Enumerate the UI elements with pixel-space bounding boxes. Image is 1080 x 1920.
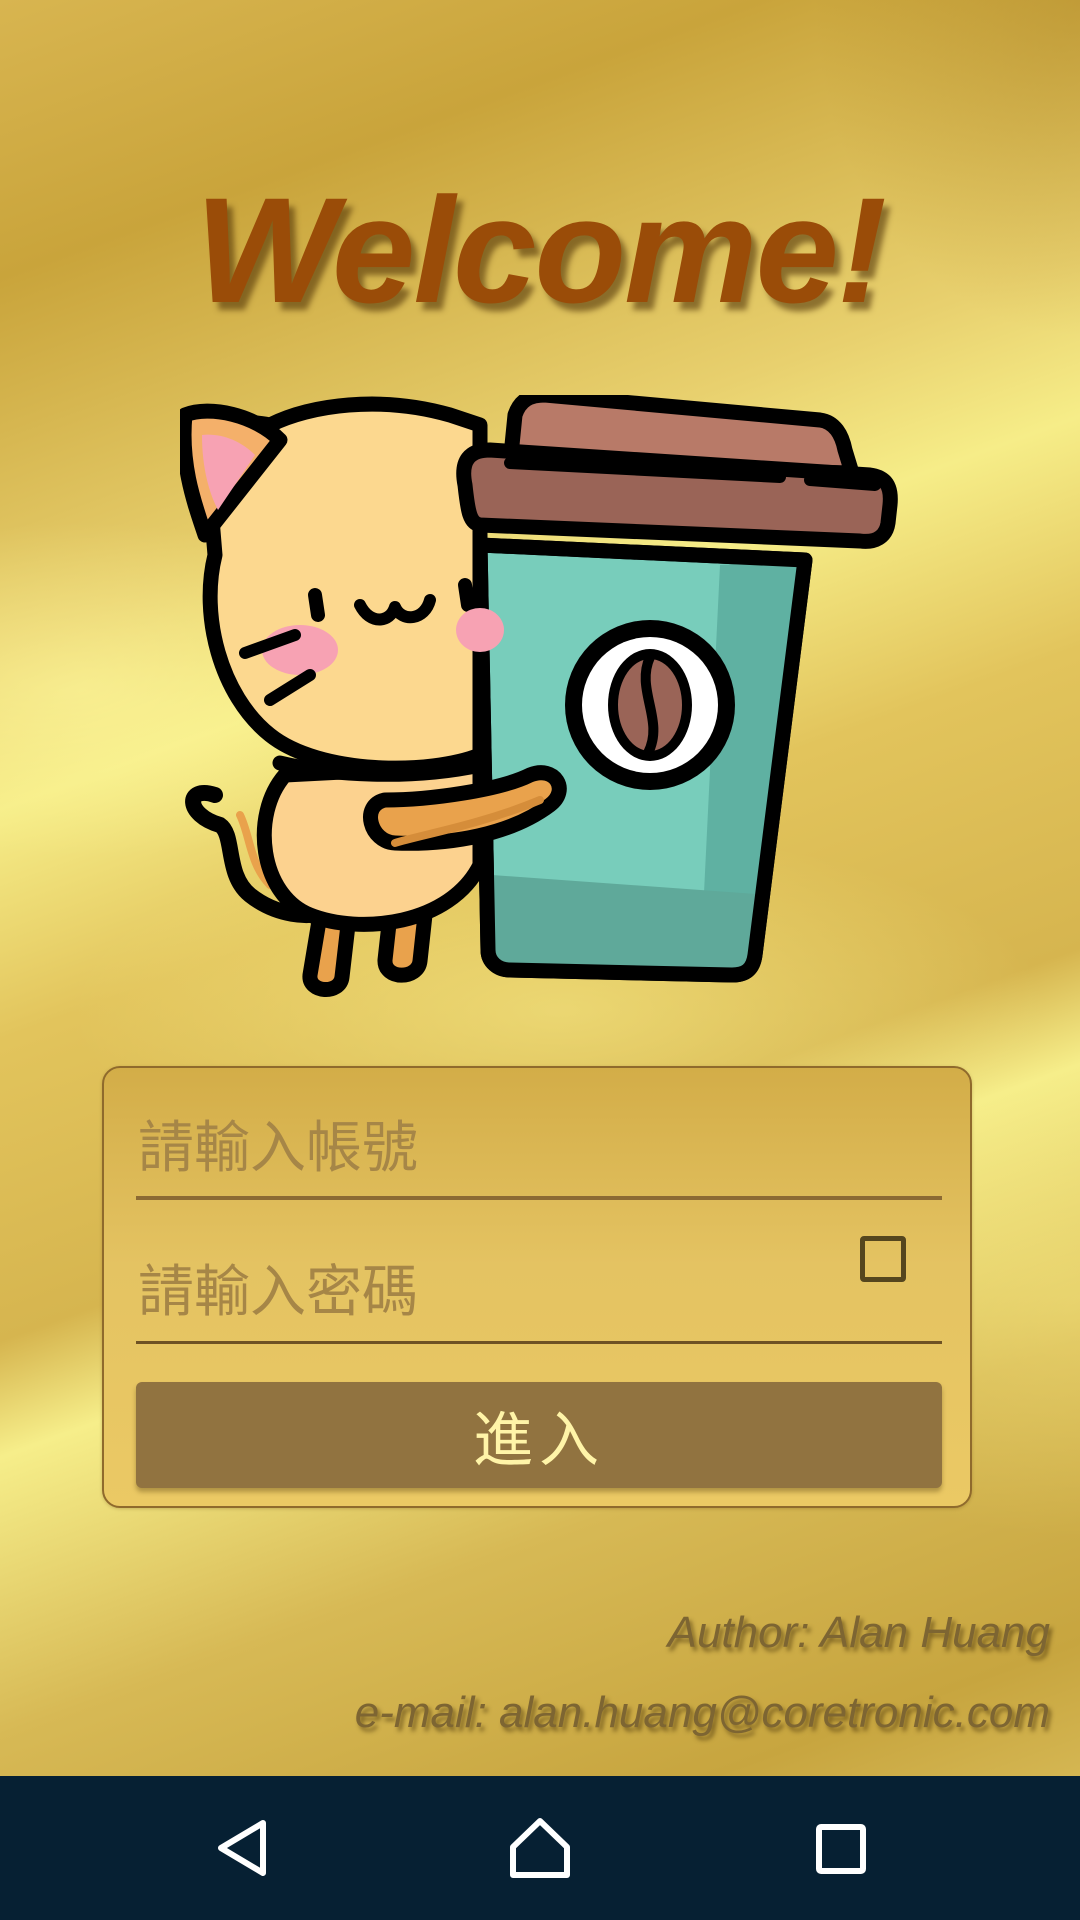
author-email: e-mail: alan.huang@coretronic.com [354, 1688, 1050, 1737]
password-input[interactable] [136, 1234, 942, 1344]
recent-apps-button[interactable] [780, 1798, 900, 1898]
back-button[interactable] [182, 1798, 302, 1898]
login-screen: Welcome! 請輸入帳號 進入 Author: Alan Huang e-m… [0, 0, 1080, 1776]
recent-apps-icon [816, 1824, 866, 1874]
cat-holding-coffee-cup-icon [180, 395, 898, 997]
account-input[interactable] [136, 1090, 942, 1200]
author-credit: Author: Alan Huang [667, 1608, 1050, 1657]
back-triangle-icon [218, 1820, 266, 1876]
home-icon [510, 1818, 570, 1878]
show-password-checkbox[interactable] [860, 1236, 906, 1282]
welcome-title: Welcome! [195, 166, 887, 334]
home-button[interactable] [480, 1798, 600, 1898]
enter-button[interactable]: 進入 [136, 1382, 942, 1488]
login-card: 進入 [102, 1066, 972, 1508]
system-navigation-bar [0, 1776, 1080, 1920]
